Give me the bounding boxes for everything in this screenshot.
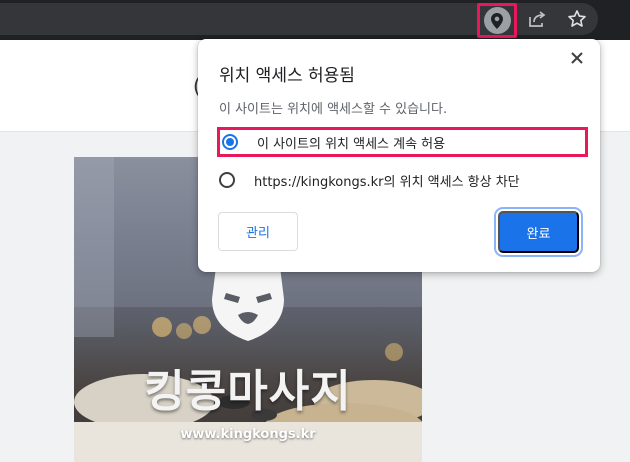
hero-url: www.kingkongs.kr xyxy=(180,427,316,442)
close-icon[interactable] xyxy=(568,49,586,67)
manage-button[interactable]: 관리 xyxy=(218,212,298,251)
location-permission-button[interactable] xyxy=(477,3,517,38)
radio-unselected-icon[interactable] xyxy=(219,172,235,188)
popup-title: 위치 액세스 허용됨 xyxy=(219,66,355,86)
option-always-block[interactable]: https://kingkongs.kr의 위치 액세스 항상 차단 xyxy=(217,165,588,195)
location-pin-icon xyxy=(483,7,511,34)
popup-description: 이 사이트는 위치에 액세스할 수 있습니다. xyxy=(219,102,448,117)
option-label: https://kingkongs.kr의 위치 액세스 항상 차단 xyxy=(254,174,520,190)
done-button[interactable]: 완료 xyxy=(498,211,579,253)
hero-title: 킹콩마사지 xyxy=(144,366,352,417)
radio-selected-icon[interactable] xyxy=(222,134,238,150)
share-icon[interactable] xyxy=(526,8,548,30)
location-permission-popup: 위치 액세스 허용됨 이 사이트는 위치에 액세스할 수 있습니다. 이 사이트… xyxy=(198,39,600,272)
browser-toolbar xyxy=(0,0,630,40)
option-label: 이 사이트의 위치 액세스 계속 허용 xyxy=(257,136,446,152)
option-keep-allowing[interactable]: 이 사이트의 위치 액세스 계속 허용 xyxy=(217,127,588,157)
star-icon[interactable] xyxy=(566,8,588,30)
